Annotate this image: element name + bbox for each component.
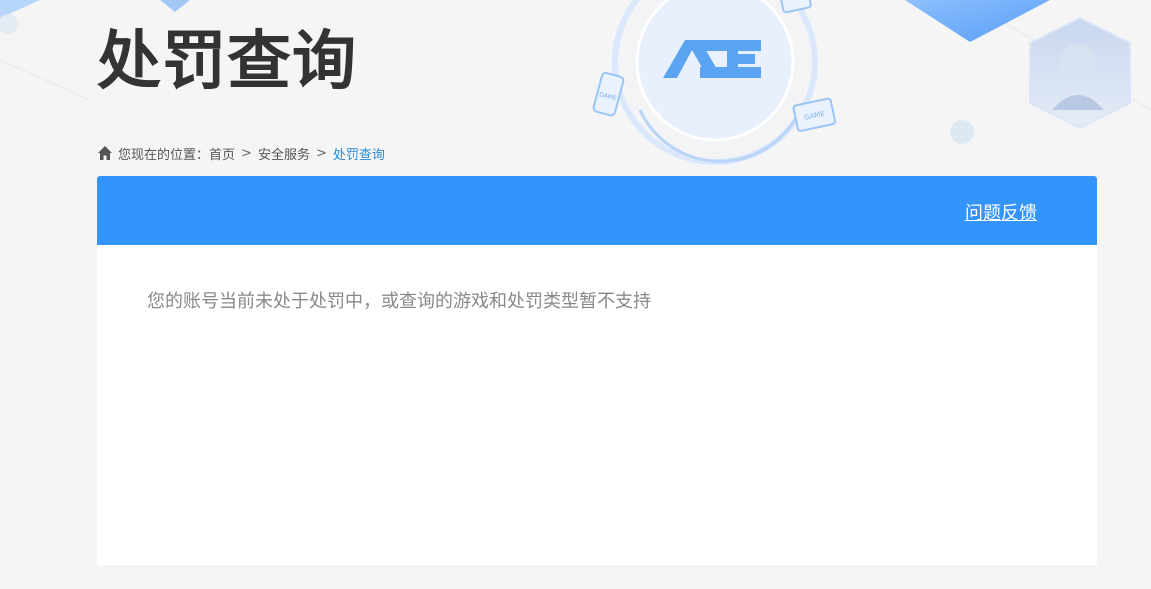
breadcrumb-item-current: 处罚查询: [332, 147, 385, 163]
character-avatar-icon: [1029, 16, 1131, 130]
result-panel: 问题反馈 您的账号当前未处于处罚中，或查询的游戏和处罚类型暂不支持: [97, 176, 1097, 565]
breadcrumb: 您现在的位置： 首页 > 安全服务 > 处罚查询: [97, 143, 385, 163]
page: GAME GAME 处罚查询 您现在的位置： 首页 > 安全服务 > 处罚查询 …: [0, 0, 1151, 589]
svg-text:GAME: GAME: [598, 91, 617, 102]
breadcrumb-item-home[interactable]: 首页: [209, 144, 235, 163]
breadcrumb-separator: >: [241, 145, 252, 161]
breadcrumb-prefix: 您现在的位置：: [118, 147, 210, 163]
ace-logo-icon: [663, 40, 761, 78]
page-title: 处罚查询: [97, 25, 357, 99]
breadcrumb-separator: >: [315, 145, 327, 161]
panel-header: 问题反馈: [97, 176, 1097, 245]
breadcrumb-item-security-service[interactable]: 安全服务: [258, 144, 310, 163]
svg-text:GAME: GAME: [804, 110, 826, 122]
game-monitor-icon: GAME: [792, 97, 837, 132]
game-phone-icon: GAME: [592, 71, 625, 117]
result-message: 您的账号当前未处于处罚中，或查询的游戏和处罚类型暂不支持: [147, 291, 651, 312]
home-icon: [98, 146, 112, 160]
feedback-link[interactable]: 问题反馈: [965, 199, 1037, 225]
